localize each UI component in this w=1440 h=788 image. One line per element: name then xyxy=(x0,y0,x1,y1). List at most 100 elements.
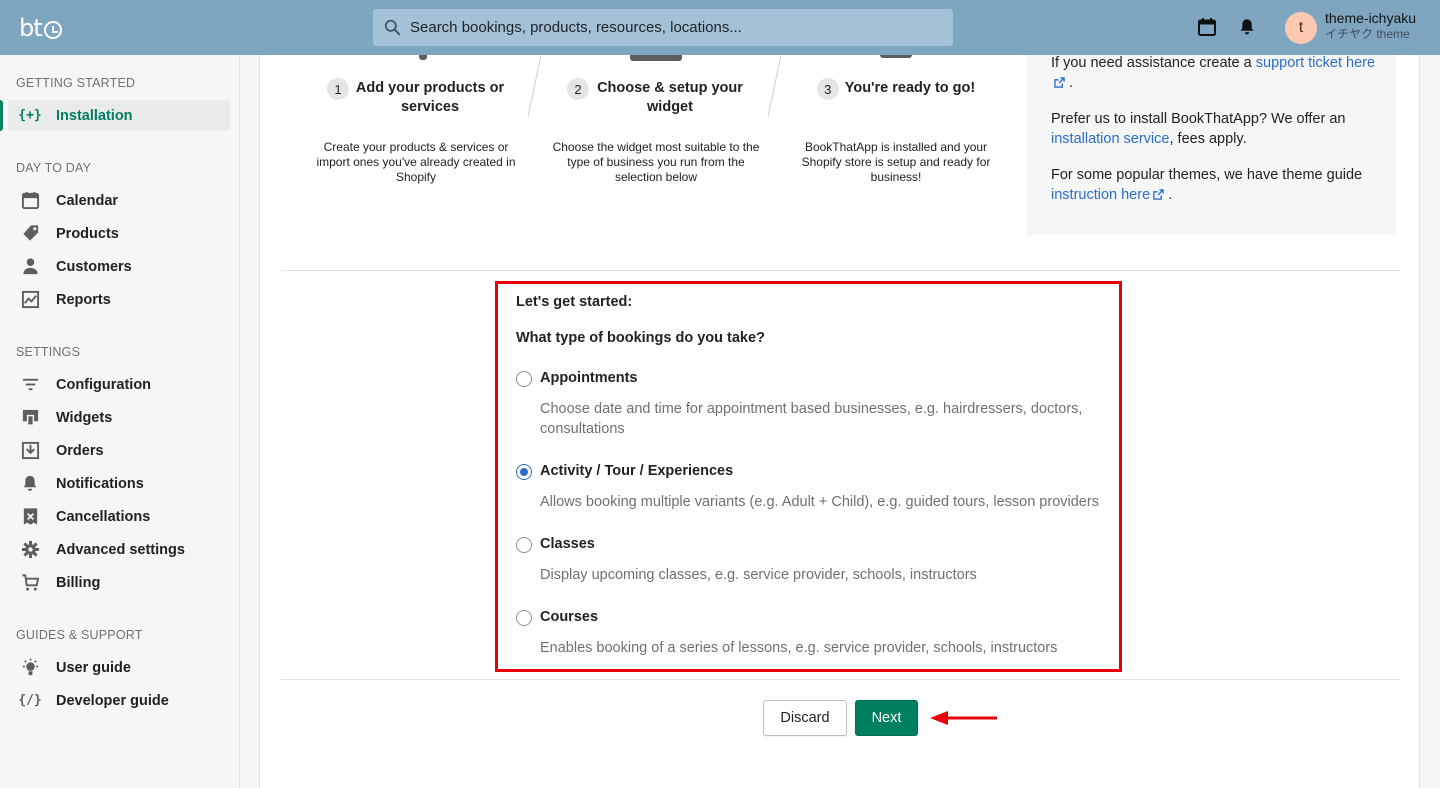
search-input[interactable] xyxy=(410,19,930,36)
user-name: theme-ichyaku xyxy=(1325,10,1417,26)
option-description: Display upcoming classes, e.g. service p… xyxy=(540,567,977,583)
radio-button-selected[interactable] xyxy=(516,464,532,480)
sidebar-item-billing[interactable]: Billing xyxy=(8,567,230,598)
installation-service-link[interactable]: installation service xyxy=(1051,131,1169,147)
avatar-initial: t xyxy=(1298,19,1304,36)
section-title-getting-started: GETTING STARTED xyxy=(16,76,136,90)
section-title-day-to-day: DAY TO DAY xyxy=(16,161,92,175)
link-text: support ticket here xyxy=(1255,55,1376,71)
code-braces-icon: {+} xyxy=(18,108,42,123)
step-title: Add your products or services xyxy=(355,80,505,115)
bell-icon xyxy=(20,474,40,494)
option-label: Appointments xyxy=(540,370,638,386)
step-2-description: Choose the widget most suitable to the t… xyxy=(552,140,760,184)
sidebar-item-installation[interactable]: {+} Installation xyxy=(0,100,230,131)
sidebar-item-customers[interactable]: Customers xyxy=(8,251,230,282)
option-appointments[interactable]: Appointments Choose date and time for ap… xyxy=(516,370,1111,437)
divider xyxy=(281,679,1400,680)
sidebar-item-label: Advanced settings xyxy=(56,541,185,558)
sidebar: GETTING STARTED {+} Installation DAY TO … xyxy=(0,55,240,788)
sidebar-item-label: Developer guide xyxy=(56,692,169,709)
external-link-icon xyxy=(1153,189,1164,200)
logo-text: bt xyxy=(19,14,43,42)
help-text: For some popular themes, we have theme g… xyxy=(1051,167,1363,183)
sidebar-item-label: Reports xyxy=(56,291,111,308)
radio-button[interactable] xyxy=(516,610,532,626)
option-description: Allows booking multiple variants (e.g. A… xyxy=(540,494,1099,510)
sidebar-item-widgets[interactable]: Widgets xyxy=(8,402,230,433)
lightbulb-icon xyxy=(20,658,40,678)
step-3-description: BookThatApp is installed and your Shopif… xyxy=(801,140,991,184)
discard-button[interactable]: Discard xyxy=(763,700,847,736)
code-icon: {/} xyxy=(18,693,42,708)
step-2-heading: 2 Choose & setup your widget xyxy=(556,78,756,117)
sidebar-item-developer-guide[interactable]: {/} Developer guide xyxy=(8,685,230,716)
help-text: Prefer us to install BookThatApp? We off… xyxy=(1051,111,1346,127)
top-bar: bt t theme-ichyaku イチヤク theme xyxy=(0,0,1440,55)
help-text: If you need assistance create a xyxy=(1051,55,1256,71)
sidebar-item-products[interactable]: Products xyxy=(8,218,230,249)
theme-instruction-link[interactable]: instruction here xyxy=(1051,187,1164,203)
step-1-heading: 1 Add your products or services xyxy=(316,78,516,117)
step-3-illustration xyxy=(880,55,912,58)
gear-icon xyxy=(20,540,40,560)
sidebar-item-notifications[interactable]: Notifications xyxy=(8,468,230,499)
filter-icon xyxy=(20,375,40,395)
widget-icon xyxy=(20,408,40,428)
step-title: Choose & setup your widget xyxy=(597,80,743,115)
sidebar-item-label: Widgets xyxy=(56,409,113,426)
sidebar-item-label: Calendar xyxy=(56,192,119,209)
main-card: 1 Add your products or services Create y… xyxy=(259,55,1420,788)
help-panel: If you need assistance create a support … xyxy=(1026,55,1396,235)
help-text-end: . xyxy=(1069,75,1074,91)
option-label: Classes xyxy=(540,536,595,552)
app-logo[interactable]: bt xyxy=(19,14,62,42)
sidebar-item-label: Cancellations xyxy=(56,508,151,525)
step-title: You're ready to go! xyxy=(844,80,976,96)
option-classes[interactable]: Classes Display upcoming classes, e.g. s… xyxy=(516,536,1111,586)
sidebar-item-user-guide[interactable]: User guide xyxy=(8,652,230,683)
search-bar[interactable] xyxy=(373,9,953,46)
step-number: 3 xyxy=(816,78,839,100)
booking-type-form: Let's get started: What type of bookings… xyxy=(495,281,1122,672)
sidebar-item-reports[interactable]: Reports xyxy=(8,284,230,315)
link-text: instruction here xyxy=(1051,187,1151,203)
sidebar-item-label: Orders xyxy=(56,442,104,459)
form-heading: Let's get started: xyxy=(516,294,633,310)
option-courses[interactable]: Courses Enables booking of a series of l… xyxy=(516,609,1111,659)
help-install-text: Prefer us to install BookThatApp? We off… xyxy=(1051,109,1376,149)
radio-button[interactable] xyxy=(516,537,532,553)
search-icon xyxy=(384,19,401,36)
tag-icon xyxy=(20,224,40,244)
sidebar-item-label: Notifications xyxy=(56,475,144,492)
sidebar-item-label: Installation xyxy=(56,107,133,124)
step-1-illustration xyxy=(419,55,427,60)
radio-button[interactable] xyxy=(516,371,532,387)
help-support-text: If you need assistance create a support … xyxy=(1051,53,1376,93)
arrow-left-icon xyxy=(930,711,997,725)
step-3-heading: 3 You're ready to go! xyxy=(796,78,996,100)
sidebar-item-advanced-settings[interactable]: Advanced settings xyxy=(8,534,230,565)
sidebar-item-configuration[interactable]: Configuration xyxy=(8,369,230,400)
step-1-description: Create your products & services or impor… xyxy=(316,140,516,184)
sidebar-item-label: User guide xyxy=(56,659,131,676)
option-activity-tour-experiences[interactable]: Activity / Tour / Experiences Allows boo… xyxy=(516,463,1111,513)
receipt-icon xyxy=(20,507,40,527)
sidebar-item-cancellations[interactable]: Cancellations xyxy=(8,501,230,532)
calendar-icon[interactable] xyxy=(1196,15,1218,39)
sidebar-item-calendar[interactable]: Calendar xyxy=(8,185,230,216)
user-menu[interactable]: theme-ichyaku イチヤク theme xyxy=(1325,10,1416,41)
divider xyxy=(281,270,1400,271)
external-link-icon xyxy=(1054,77,1065,88)
calendar-icon xyxy=(20,191,40,211)
option-description: Enables booking of a series of lessons, … xyxy=(540,640,1058,656)
step-number: 2 xyxy=(567,78,589,100)
avatar[interactable]: t xyxy=(1285,12,1317,44)
sidebar-item-label: Products xyxy=(56,225,119,242)
sidebar-item-label: Billing xyxy=(56,574,101,591)
step-separator xyxy=(767,55,782,117)
bell-icon[interactable] xyxy=(1236,15,1258,39)
next-button[interactable]: Next xyxy=(855,700,918,736)
sidebar-item-orders[interactable]: Orders xyxy=(8,435,230,466)
option-description: Choose date and time for appointment bas… xyxy=(540,401,1083,437)
